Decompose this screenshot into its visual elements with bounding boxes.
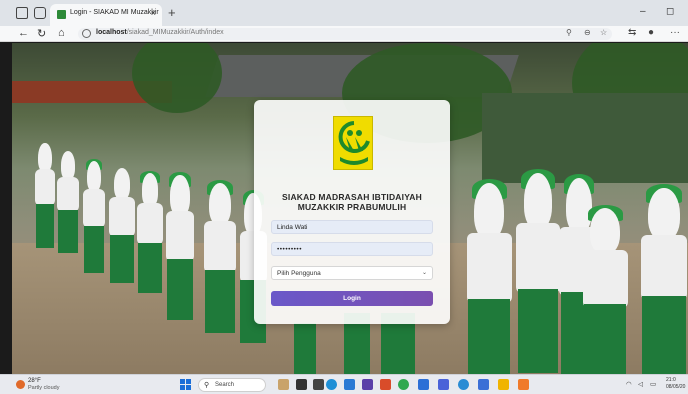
more-menu-icon[interactable]: ···	[670, 27, 680, 38]
taskbar-app-icon[interactable]	[518, 379, 529, 390]
maximize-icon[interactable]: ◻	[666, 6, 674, 17]
student-figure	[82, 158, 106, 273]
student-figure	[34, 143, 56, 248]
chevron-down-icon: ⌄	[421, 270, 427, 276]
file-explorer-icon[interactable]	[498, 379, 509, 390]
search-placeholder: Search	[215, 382, 235, 388]
student-figure	[514, 169, 562, 373]
login-button[interactable]: Login	[271, 291, 433, 306]
favorite-star-icon[interactable]: ☆	[600, 28, 607, 37]
url-text: localhost/siakad_MIMuzakkir/Auth/index	[96, 29, 224, 36]
app-title-line1: SIAKAD MADRASAH IBTIDAIYAH	[282, 192, 422, 202]
workspaces-icon[interactable]	[16, 7, 28, 19]
site-info-icon[interactable]	[82, 29, 91, 38]
weather-sun-icon	[16, 380, 25, 389]
tab-actions-icon[interactable]	[34, 7, 46, 19]
student-figure	[638, 184, 688, 374]
taskbar-search[interactable]: ⚲ Search	[198, 378, 266, 392]
student-figure	[56, 151, 80, 253]
taskbar-app-icon[interactable]	[362, 379, 373, 390]
student-figure	[202, 180, 238, 333]
browser-tab-login[interactable]: Login - SIAKAD MI Muzakkir ×	[50, 4, 162, 26]
back-icon[interactable]: ←	[18, 27, 29, 39]
task-view-icon[interactable]	[296, 379, 307, 390]
school-logo	[333, 116, 373, 170]
student-figure	[292, 323, 318, 374]
address-bar[interactable]: localhost/siakad_MIMuzakkir/Auth/index ⚲…	[78, 28, 612, 40]
volume-icon[interactable]: ◁	[638, 380, 643, 388]
reader-icon[interactable]: ⊖	[584, 28, 591, 37]
url-host: localhost	[96, 29, 127, 36]
close-tab-icon[interactable]: ×	[151, 8, 156, 18]
background-building	[482, 93, 688, 183]
extensions-icon[interactable]: ⇆	[628, 27, 636, 38]
taskbar-app-icon[interactable]	[313, 379, 324, 390]
battery-icon[interactable]: ▭	[650, 380, 656, 388]
weather-temp: 28°F	[28, 378, 41, 384]
taskbar-app-icon[interactable]	[478, 379, 489, 390]
taskbar-app-icon[interactable]	[438, 379, 449, 390]
windows-taskbar: 28°F Partly cloudy ⚲ Search ◠ ◁ ▭ 21:0 0…	[0, 374, 688, 394]
zoom-icon[interactable]: ⚲	[566, 28, 572, 37]
app-title: SIAKAD MADRASAH IBTIDAIYAH MUZAKKIR PRAB…	[254, 192, 450, 212]
role-select-value: Pilih Pengguna	[277, 270, 321, 277]
browser-tab-strip: Login - SIAKAD MI Muzakkir × + – ◻	[0, 0, 688, 26]
chrome-icon[interactable]	[398, 379, 409, 390]
taskbar-app-icon[interactable]	[418, 379, 429, 390]
school-logo-emblem-icon	[338, 121, 370, 165]
tab-title: Login - SIAKAD MI Muzakkir	[70, 9, 159, 16]
edge-browser-icon[interactable]	[326, 379, 337, 390]
new-tab-icon[interactable]: +	[168, 5, 176, 20]
login-card: SIAKAD MADRASAH IBTIDAIYAH MUZAKKIR PRAB…	[254, 100, 450, 324]
student-figure	[164, 172, 196, 320]
weather-widget[interactable]: 28°F Partly cloudy	[16, 378, 76, 393]
student-figure	[580, 204, 630, 374]
taskbar-app-icon[interactable]	[278, 379, 289, 390]
taskbar-app-icon[interactable]	[458, 379, 469, 390]
minimize-icon[interactable]: –	[640, 6, 646, 17]
app-title-line2: MUZAKKIR PRABUMULIH	[297, 202, 407, 212]
password-field[interactable]: •••••••••	[271, 242, 433, 256]
taskbar-clock[interactable]: 21:0 08/05/20	[666, 377, 685, 391]
role-select[interactable]: Pilih Pengguna ⌄	[271, 266, 433, 280]
site-favicon-icon	[57, 10, 66, 19]
username-field[interactable]: Linda Wati	[271, 220, 433, 234]
search-icon: ⚲	[204, 382, 210, 389]
student-figure	[108, 168, 136, 283]
refresh-icon[interactable]: ↻	[37, 27, 46, 40]
student-figure	[464, 179, 514, 374]
student-figure	[136, 170, 164, 293]
profile-icon[interactable]: ●	[648, 27, 654, 38]
browser-toolbar: ← ↻ ⌂ localhost/siakad_MIMuzakkir/Auth/i…	[0, 26, 688, 42]
clock-time: 21:0	[666, 377, 676, 383]
weather-desc: Partly cloudy	[28, 385, 60, 391]
url-path: /siakad_MIMuzakkir/Auth/index	[126, 29, 224, 36]
taskbar-app-icon[interactable]	[380, 379, 391, 390]
clock-date: 08/05/20	[666, 384, 686, 390]
windows-start-icon[interactable]	[180, 379, 191, 390]
home-icon[interactable]: ⌂	[58, 27, 65, 39]
taskbar-app-icon[interactable]	[344, 379, 355, 390]
network-icon[interactable]: ◠	[626, 380, 632, 388]
